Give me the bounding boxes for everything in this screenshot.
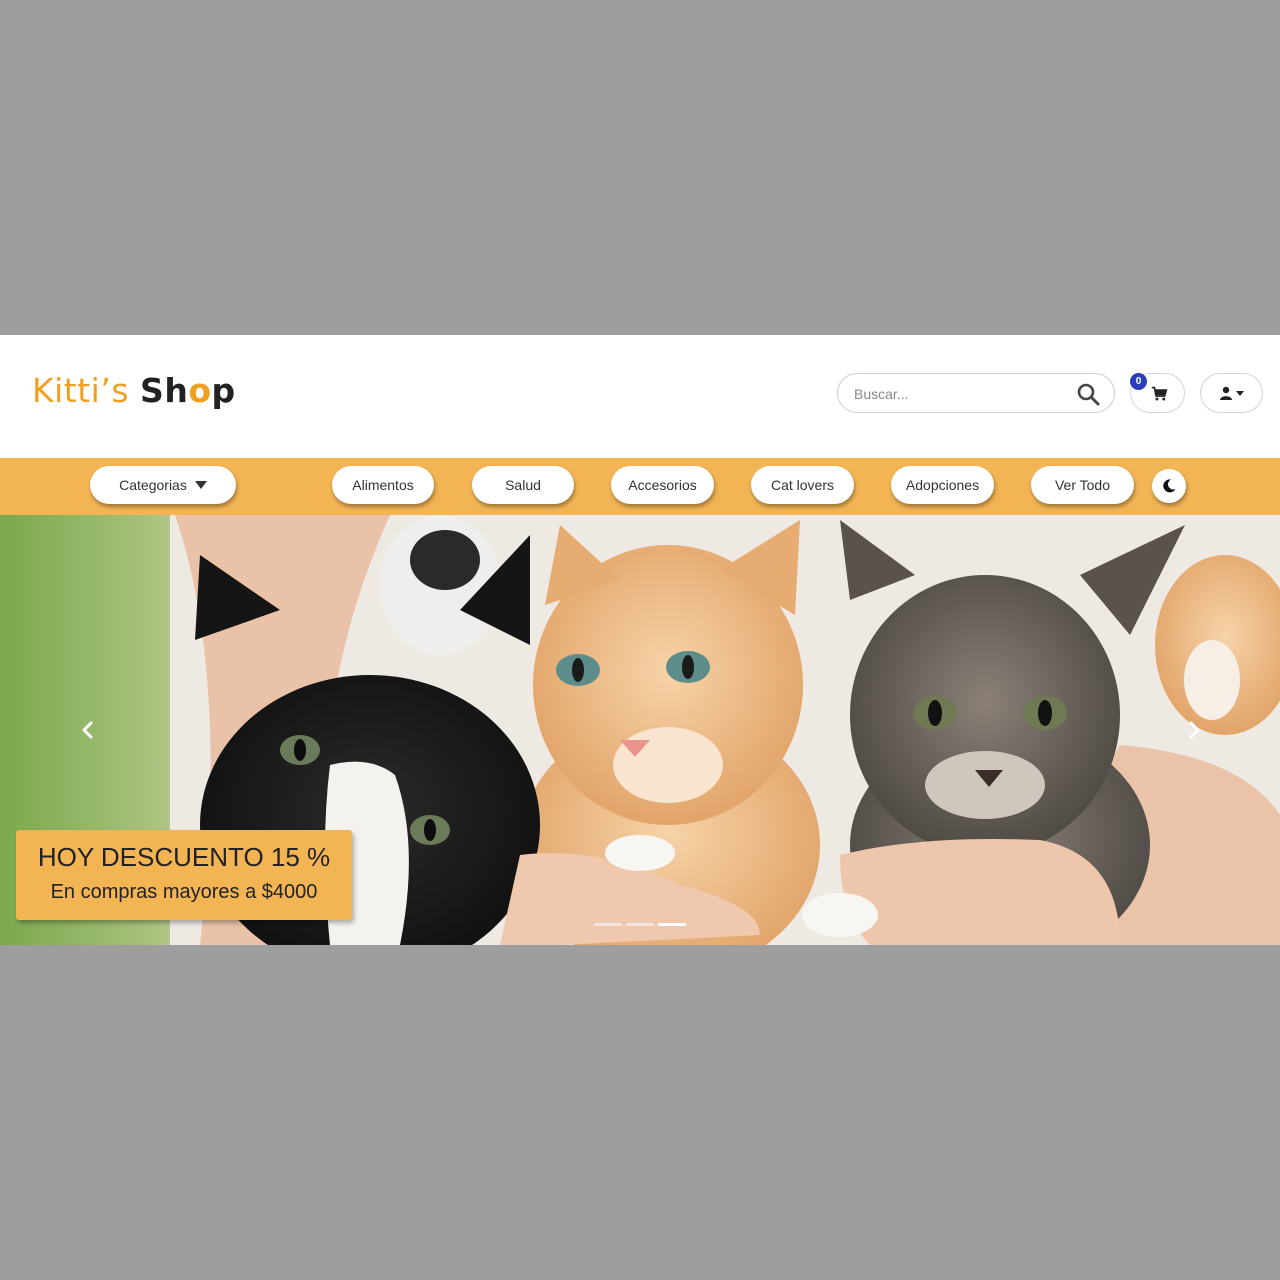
page-frame: Kitti’s Shop 0 — [0, 335, 1280, 945]
carousel-indicator-2[interactable] — [626, 923, 654, 926]
chevron-left-icon[interactable] — [76, 715, 100, 745]
brand-part-1: Kitti’s — [32, 371, 130, 410]
cart-count-badge: 0 — [1130, 373, 1147, 390]
nav-item-alimentos[interactable]: Alimentos — [332, 466, 434, 504]
hero-carousel: HOY DESCUENTO 15 % En compras mayores a … — [0, 515, 1280, 945]
brand-o-cat: o — [188, 371, 212, 410]
chevron-right-icon[interactable] — [1182, 715, 1206, 745]
nav-item-adopciones[interactable]: Adopciones — [891, 466, 994, 504]
categories-dropdown[interactable]: Categorias — [90, 466, 236, 504]
user-menu-button[interactable] — [1200, 373, 1263, 413]
brand-logo[interactable]: Kitti’s Shop — [32, 371, 236, 410]
search-icon[interactable] — [1076, 382, 1100, 406]
promo-subtitle: En compras mayores a $4000 — [50, 881, 318, 903]
nav-item-cat-lovers[interactable]: Cat lovers — [751, 466, 854, 504]
brand-p: p — [211, 371, 236, 410]
search-box — [837, 373, 1115, 413]
brand-sh: Sh — [140, 371, 189, 410]
carousel-indicator-3[interactable] — [658, 923, 686, 926]
promo-banner: HOY DESCUENTO 15 % En compras mayores a … — [16, 830, 352, 920]
caret-down-icon — [194, 481, 207, 489]
nav-item-accesorios[interactable]: Accesorios — [611, 466, 714, 504]
categories-label: Categorias — [119, 477, 187, 493]
dark-mode-toggle[interactable] — [1152, 469, 1186, 503]
nav-item-ver-todo[interactable]: Ver Todo — [1031, 466, 1134, 504]
cart-icon — [1151, 386, 1168, 401]
carousel-indicators — [594, 923, 686, 929]
category-nav-bar: Categorias Alimentos Salud Accesorios Ca… — [0, 458, 1280, 515]
user-icon — [1220, 386, 1232, 400]
moon-icon — [1163, 479, 1176, 493]
header: Kitti’s Shop 0 — [0, 335, 1280, 458]
search-input[interactable] — [852, 382, 1066, 406]
promo-title: HOY DESCUENTO 15 % — [37, 842, 331, 872]
nav-item-salud[interactable]: Salud — [472, 466, 574, 504]
caret-down-icon — [1236, 391, 1244, 396]
brand-part-2: Shop — [140, 371, 236, 410]
carousel-indicator-1[interactable] — [594, 923, 622, 926]
